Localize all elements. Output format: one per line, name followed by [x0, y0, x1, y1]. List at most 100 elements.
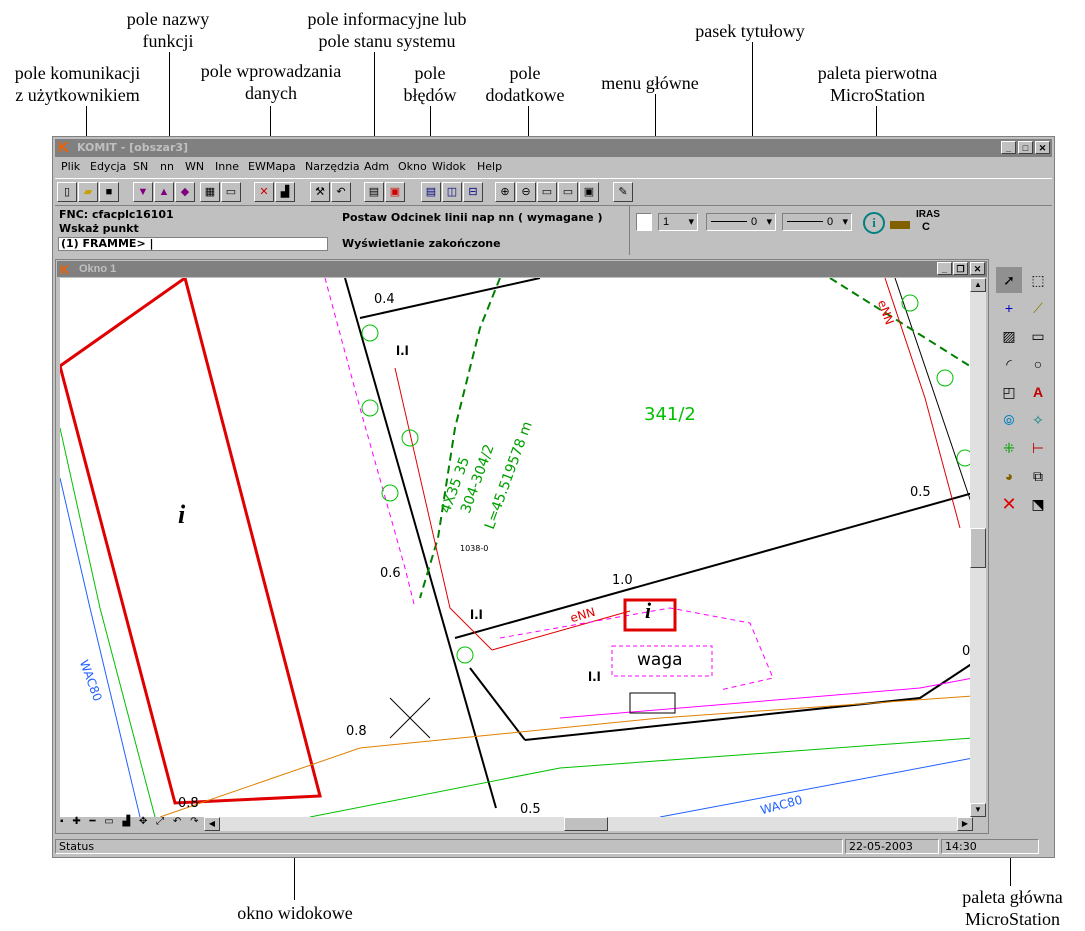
new-file-icon[interactable]: ▯ — [57, 182, 77, 202]
menu-nn[interactable]: nn — [160, 160, 174, 173]
window-icon[interactable]: ▭ — [537, 182, 557, 202]
maximize-button[interactable]: □ — [1018, 141, 1033, 154]
import-icon[interactable]: ▼ — [133, 182, 153, 202]
scroll-left-button[interactable]: ◀ — [204, 817, 220, 831]
scroll-up-button[interactable]: ▲ — [970, 278, 986, 292]
view-tool-icons[interactable]: ▪ ✚ ━ ▭ ▟ ✥ ⤢ ↶ ↷ — [60, 816, 201, 827]
hsplit-view-icon[interactable]: ⊟ — [463, 182, 483, 202]
menu-adm[interactable]: Adm — [364, 160, 389, 173]
undo-icon[interactable]: ↶ — [331, 182, 351, 202]
line-weight-combo[interactable]: 0 ▾ — [782, 213, 852, 231]
iras-icon[interactable]: IRAS C — [888, 209, 944, 237]
scroll-thumb[interactable] — [970, 528, 986, 568]
scroll-down-button[interactable]: ▼ — [970, 803, 986, 817]
menu-inne[interactable]: Inne — [215, 160, 239, 173]
symbol-label-i-2: i — [645, 598, 652, 623]
status-date: 22-05-2003 — [845, 839, 939, 854]
line-style-combo[interactable]: 0 ▾ — [706, 213, 776, 231]
scale-icon[interactable]: ⬔ — [1025, 491, 1051, 517]
depth-label-04: 0.4 — [374, 292, 395, 307]
menu-edycja[interactable]: Edycja — [90, 160, 126, 173]
export-icon[interactable]: ▲ — [154, 182, 174, 202]
window2-icon[interactable]: ▭ — [558, 182, 578, 202]
chevron-down-icon: ▾ — [766, 216, 772, 228]
rectangle-icon[interactable]: ▭ — [1025, 323, 1051, 349]
toolbar: ▯ ▰ ■ ▼ ▲ ◆ ▦ ▭ ✕ ▟ ⚒ ↶ ▤ ▣ ▤ ◫ ⊟ ⊕ ⊖ ▭ … — [55, 178, 1052, 206]
small-label: 1038-0 — [460, 544, 489, 553]
view-minimize-button[interactable]: _ — [937, 262, 952, 275]
menu-widok[interactable]: Widok — [432, 160, 466, 173]
menu-help[interactable]: Help — [477, 160, 502, 173]
color-swatch[interactable] — [636, 213, 652, 231]
view-close-button[interactable]: ✕ — [970, 262, 985, 275]
table-icon[interactable]: ▦ — [200, 182, 220, 202]
title-bar[interactable]: K KOMIT - [obszar3] _ □ ✕ — [55, 139, 1052, 157]
iras-label: IRAS — [916, 209, 940, 220]
data-input-field[interactable]: (1) FRAMME> | — [58, 237, 328, 251]
hatch-icon[interactable]: ▨ — [996, 323, 1022, 349]
frame-icon[interactable]: ▭ — [221, 182, 241, 202]
arc-icon[interactable]: ◜ — [996, 351, 1022, 377]
circle-icon[interactable]: ○ — [1025, 351, 1051, 377]
zoom-out-icon[interactable]: ⊖ — [516, 182, 536, 202]
menu-plik[interactable]: Plik — [61, 160, 80, 173]
tree-5 — [456, 646, 474, 664]
brush-icon[interactable]: ✎ — [613, 182, 633, 202]
zoom-in-icon[interactable]: ⊕ — [495, 182, 515, 202]
copy-icon[interactable]: ⧉ — [1025, 463, 1051, 489]
view-title-bar[interactable]: K Okno 1 _ ❐ ✕ — [57, 261, 987, 277]
depth-label-05b: 0.5 — [520, 802, 541, 817]
menu-ewmapa[interactable]: EWMapa — [248, 160, 296, 173]
cell-icon[interactable]: ◰ — [996, 379, 1022, 405]
minimize-button[interactable]: _ — [1001, 141, 1016, 154]
open-folder-icon[interactable]: ▰ — [78, 182, 98, 202]
level-combo[interactable]: 1 ▾ — [658, 213, 698, 231]
status-bar: Status 22-05-2003 14:30 — [55, 839, 1052, 855]
annotation-primary-palette: paleta pierwotna MicroStation — [817, 63, 938, 105]
error-doc-icon[interactable]: ▣ — [385, 182, 405, 202]
parcel-number: 341/2 — [644, 404, 696, 425]
annotation-extra-field: pole dodatkowe — [485, 63, 565, 105]
tool-icon[interactable]: ⚒ — [310, 182, 330, 202]
close-button[interactable]: ✕ — [1035, 141, 1050, 154]
split-view-icon[interactable]: ◫ — [442, 182, 462, 202]
command-status-area: FNC: cfacplc16101 Wskaż punkt (1) FRAMME… — [55, 205, 628, 255]
horizontal-scrollbar[interactable]: ◀ ▶ — [204, 817, 973, 831]
fence-icon[interactable]: ⬚ — [1025, 267, 1051, 293]
layers-icon[interactable]: ▤ — [421, 182, 441, 202]
smartline-icon[interactable]: ⟋ — [1025, 295, 1051, 321]
save-icon[interactable]: ■ — [99, 182, 119, 202]
status-text: Status — [55, 839, 843, 854]
main-menu: Plik Edycja SN nn WN Inne EWMapa Narzędz… — [55, 158, 1052, 176]
info-doc-icon[interactable]: ▤ — [364, 182, 384, 202]
palette-color-icon[interactable]: ◕ — [996, 463, 1022, 489]
scroll-hthumb[interactable] — [564, 817, 608, 831]
scroll-right-button[interactable]: ▶ — [957, 817, 973, 831]
menu-narzedzia[interactable]: Narzędzia — [305, 160, 360, 173]
menu-sn[interactable]: SN — [133, 160, 148, 173]
measure-icon[interactable]: ✧ — [1025, 407, 1051, 433]
view-restore-button[interactable]: ❐ — [953, 262, 968, 275]
tree-7 — [936, 369, 954, 387]
map-canvas[interactable]: 341/2 4X35 35 304-304/2 L=45.519578 m wa… — [60, 278, 973, 817]
tree-6 — [901, 294, 919, 312]
point-icon[interactable]: + — [996, 295, 1022, 321]
window3-icon[interactable]: ▣ — [579, 182, 599, 202]
dimension-icon[interactable]: ⁜ — [996, 435, 1022, 461]
tree-2 — [361, 399, 379, 417]
delete-icon[interactable]: ✕ — [996, 491, 1022, 517]
menu-okno[interactable]: Okno — [398, 160, 427, 173]
vertical-scrollbar[interactable]: ▲ ▼ — [970, 278, 986, 817]
depth-label-08a: 0.8 — [346, 724, 367, 739]
boundary-line-5 — [469, 667, 526, 741]
text-icon[interactable]: A — [1025, 379, 1051, 405]
menu-wn[interactable]: WN — [185, 160, 204, 173]
transfer-icon[interactable]: ◆ — [175, 182, 195, 202]
select-arrow-icon[interactable]: ➚ — [996, 267, 1022, 293]
steps-icon[interactable]: ▟ — [275, 182, 295, 202]
line-style-value: 0 — [751, 216, 758, 228]
snap-icon[interactable]: ⦾ — [996, 407, 1022, 433]
dimension2-icon[interactable]: ⊢ — [1025, 435, 1051, 461]
info-icon[interactable]: i — [863, 212, 885, 234]
delete-icon[interactable]: ✕ — [254, 182, 274, 202]
